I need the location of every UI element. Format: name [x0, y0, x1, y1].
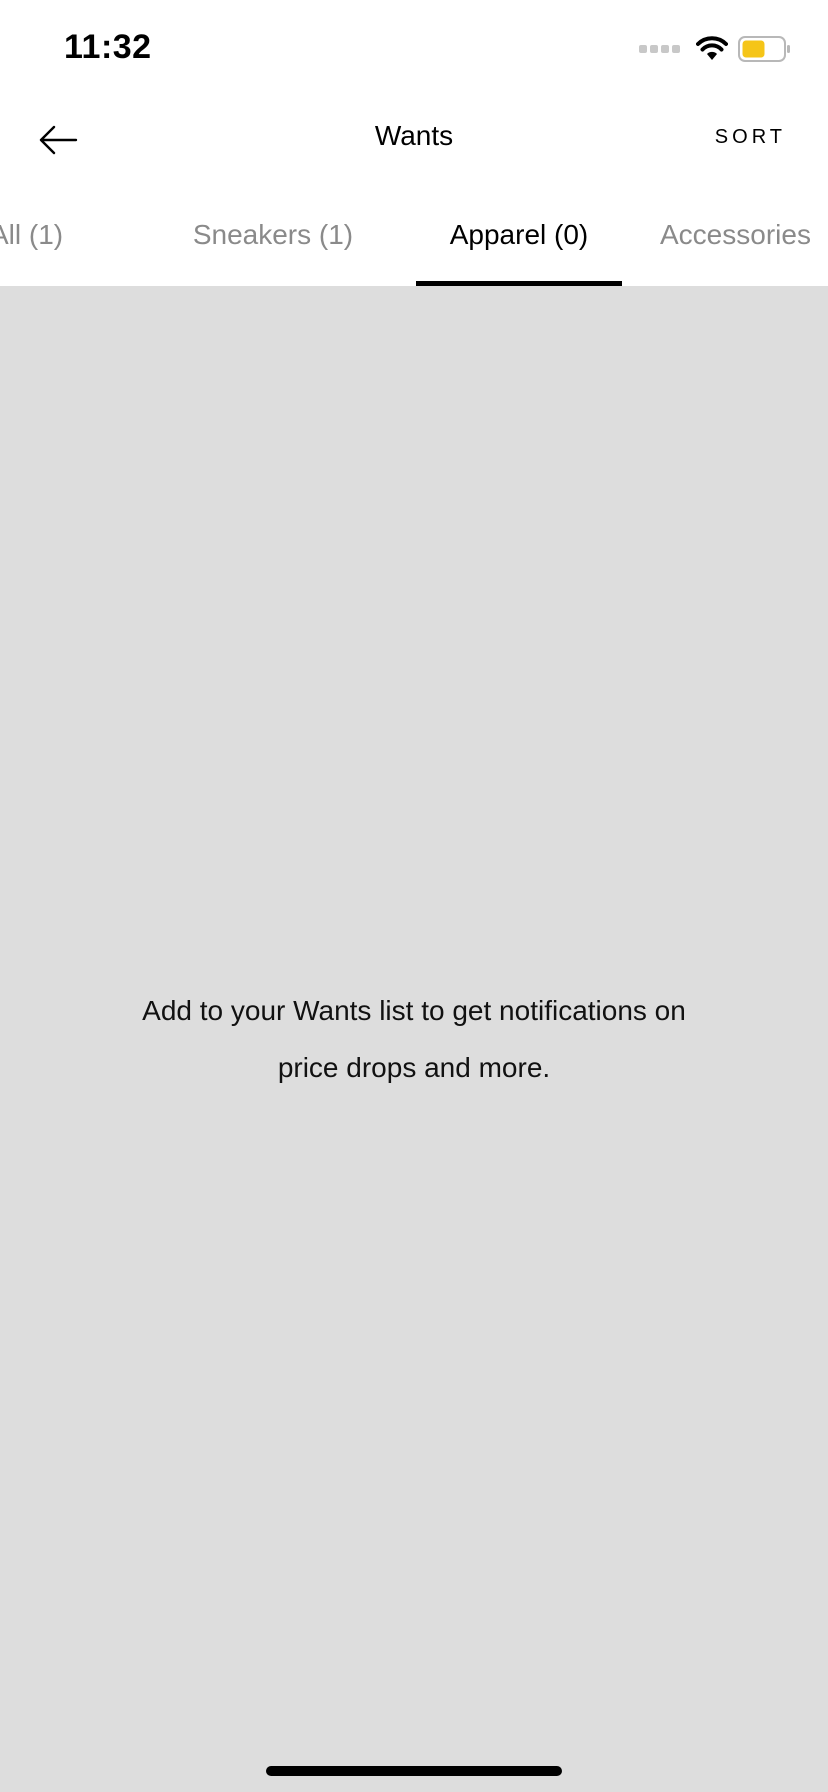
tab-all[interactable]: All (1): [0, 184, 66, 286]
back-button[interactable]: [30, 114, 86, 166]
tab-sneakers[interactable]: Sneakers (1): [170, 184, 376, 286]
wifi-icon: [696, 36, 728, 60]
signal-icon: [639, 45, 680, 53]
status-bar: 11:32: [0, 0, 828, 96]
category-tabs: All (1) Sneakers (1) Apparel (0) Accesso…: [0, 184, 828, 286]
page-title: Wants: [374, 120, 454, 151]
empty-state-message: Add to your Wants list to get notificati…: [142, 995, 686, 1083]
tab-accessories[interactable]: Accessories: [660, 184, 828, 286]
home-indicator: [266, 1766, 562, 1776]
arrow-left-icon: [39, 125, 78, 155]
battery-icon: [738, 36, 790, 62]
nav-bar: Wants SORT: [0, 96, 828, 184]
status-time: 11:32: [64, 28, 152, 66]
tab-apparel[interactable]: Apparel (0): [416, 184, 622, 286]
sort-button[interactable]: SORT: [715, 126, 786, 149]
status-icons: [639, 34, 792, 64]
